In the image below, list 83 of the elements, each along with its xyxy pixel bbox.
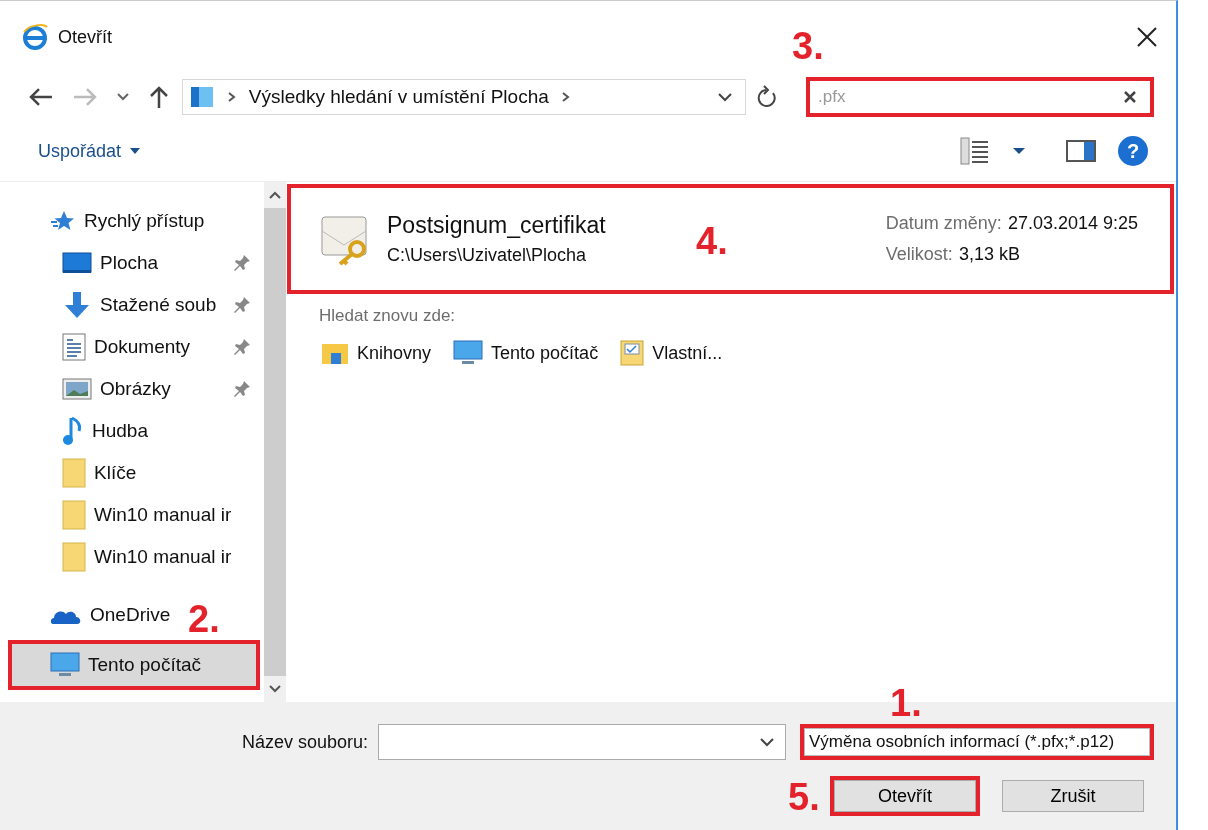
sidebar-item[interactable]: OneDrive 2. (0, 594, 265, 636)
window-title: Otevřít (58, 26, 112, 48)
file-name-label: Název souboru: (240, 731, 369, 753)
view-list-icon[interactable] (960, 137, 990, 165)
sidebar-item[interactable]: Win10 manual ir (0, 494, 265, 536)
file-type-dropdown[interactable]: Výměna osobních informací (*.pfx;*.p12) (804, 728, 1150, 756)
annotation-number: 5. (788, 778, 820, 816)
annotation-number: 2. (188, 600, 220, 638)
chevron-down-icon[interactable] (717, 92, 734, 102)
sidebar-item[interactable]: Tento počítač (12, 644, 257, 686)
chevron-down-icon[interactable] (115, 92, 130, 102)
item-label: Tento počítač (88, 654, 202, 676)
sidebar-item[interactable]: Stažené soub (0, 284, 265, 326)
item-label: Dokumenty (94, 336, 191, 358)
folder-icon (62, 500, 86, 530)
music-note-icon (62, 416, 84, 446)
folder-checklist-icon (620, 340, 645, 366)
folder-icon (62, 542, 86, 572)
item-label: Stažené soub (100, 294, 217, 316)
close-icon[interactable] (1136, 26, 1158, 48)
chevron-right-icon (226, 91, 237, 103)
search-location-link[interactable]: Vlastní... (620, 340, 723, 366)
sidebar-item[interactable]: Hudba (0, 410, 265, 452)
sidebar-item[interactable]: Dokumenty (0, 326, 265, 368)
preview-pane-icon[interactable] (1066, 140, 1096, 162)
sidebar-item[interactable]: Win10 manual ir (0, 536, 265, 578)
dialog-button[interactable]: Otevřít (834, 780, 976, 812)
sidebar-item[interactable]: Klíče (0, 452, 265, 494)
browser-logo-icon (22, 24, 48, 50)
search-location-link[interactable]: Knihovny (321, 340, 432, 366)
file-path: C:\Users\Uzivatel\Plocha (387, 245, 588, 266)
dialog-button[interactable]: Zrušit (1002, 780, 1144, 812)
down-arrow-icon (62, 291, 92, 319)
breadcrumb-path[interactable]: Výsledky hledání v umístění Plocha (248, 86, 549, 108)
annotation-number: 3. (792, 27, 824, 65)
item-label: Plocha (100, 252, 159, 274)
back-arrow-icon[interactable] (28, 87, 54, 107)
organize-menu-button[interactable]: Uspořádat (32, 136, 148, 166)
search-location-link[interactable]: Tento počítač (453, 340, 599, 366)
pin-icon[interactable] (232, 295, 253, 315)
address-bar[interactable]: Výsledky hledání v umístění Plocha (181, 79, 747, 115)
item-label: Klíče (94, 462, 137, 484)
computer-icon (453, 340, 484, 366)
sidebar-item[interactable]: Plocha (0, 242, 265, 284)
caret-down-icon (129, 147, 142, 155)
pin-icon[interactable] (232, 337, 253, 357)
caret-down-icon[interactable] (1012, 147, 1026, 155)
picture-icon (62, 378, 92, 400)
date-label: Datum změny: (885, 213, 1002, 233)
item-label: OneDrive (90, 604, 171, 626)
sidebar-item[interactable]: Obrázky (0, 368, 265, 410)
item-label: Obrázky (100, 378, 171, 400)
scroll-up-icon[interactable] (268, 190, 283, 200)
pin-icon[interactable] (232, 379, 253, 399)
folder-icon (62, 458, 86, 488)
item-label: Win10 manual ir (94, 546, 232, 568)
size-value: 3,13 kB (958, 244, 1020, 264)
file-name-field[interactable] (378, 724, 786, 760)
annotation-number: 4. (696, 222, 728, 260)
item-label: Rychlý přístup (84, 210, 205, 232)
chevron-down-icon[interactable] (759, 737, 775, 747)
scroll-down-icon[interactable] (268, 684, 283, 694)
library-folder-icon (321, 341, 349, 365)
search-result[interactable]: Postsignum_certifikat C:\Users\Uzivatel\Plocha 4. Datum změny: 27.03.2014 9:25 Velikost: 3,13 kB (291, 188, 1170, 290)
desktop-icon (62, 252, 92, 274)
clear-icon[interactable] (1122, 89, 1138, 105)
document-icon (62, 333, 86, 361)
pin-icon[interactable] (232, 253, 253, 273)
sidebar-item[interactable]: Rychlý přístup (0, 200, 265, 242)
annotation-number: 1. (890, 684, 922, 722)
search-again-label: Hledat znovu zde: (319, 306, 457, 326)
size-label: Velikost: (885, 244, 953, 264)
date-value: 27.03.2014 9:25 (1007, 213, 1138, 233)
chevron-right-icon[interactable] (560, 91, 571, 103)
item-label: Hudba (92, 420, 148, 442)
help-button[interactable]: ? (1118, 136, 1148, 166)
scrollbar[interactable] (264, 182, 287, 702)
file-name: Postsignum_certifikat (387, 212, 606, 239)
computer-icon (50, 652, 80, 678)
item-label: Win10 manual ir (94, 504, 232, 526)
refresh-icon[interactable] (756, 85, 778, 109)
star-icon (50, 210, 76, 232)
search-results-folder-icon (188, 85, 215, 109)
